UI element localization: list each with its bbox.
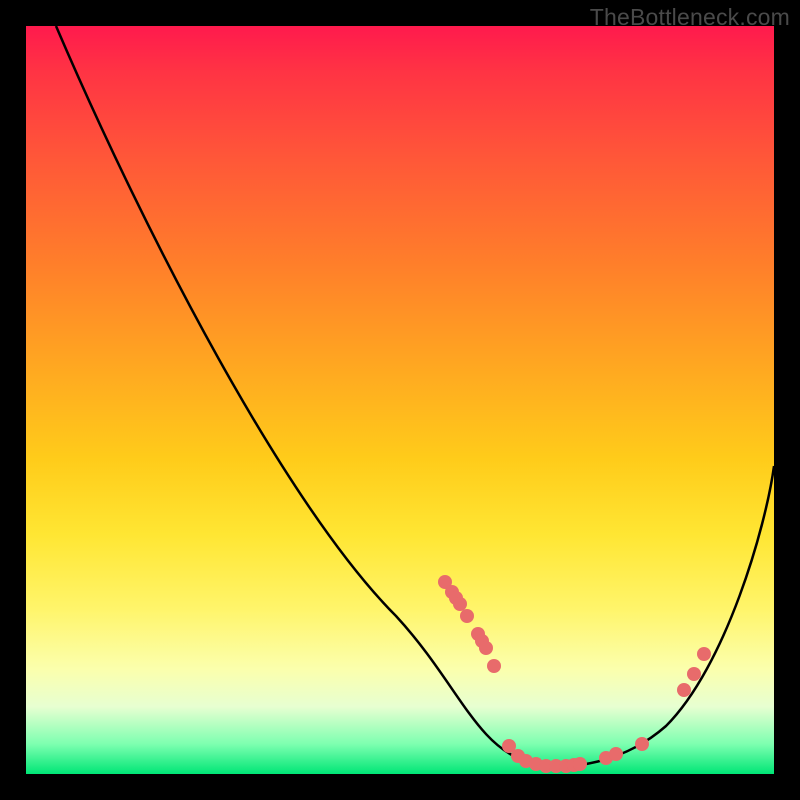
data-point: [460, 609, 474, 623]
data-point: [453, 597, 467, 611]
bottleneck-curve: [26, 26, 774, 774]
data-points: [438, 575, 711, 773]
data-point: [609, 747, 623, 761]
data-point: [677, 683, 691, 697]
data-point: [635, 737, 649, 751]
data-point: [697, 647, 711, 661]
data-point: [487, 659, 501, 673]
chart-area: [26, 26, 774, 774]
data-point: [573, 757, 587, 771]
curve-path: [56, 26, 774, 766]
watermark-text: TheBottleneck.com: [590, 4, 790, 31]
data-point: [479, 641, 493, 655]
data-point: [687, 667, 701, 681]
